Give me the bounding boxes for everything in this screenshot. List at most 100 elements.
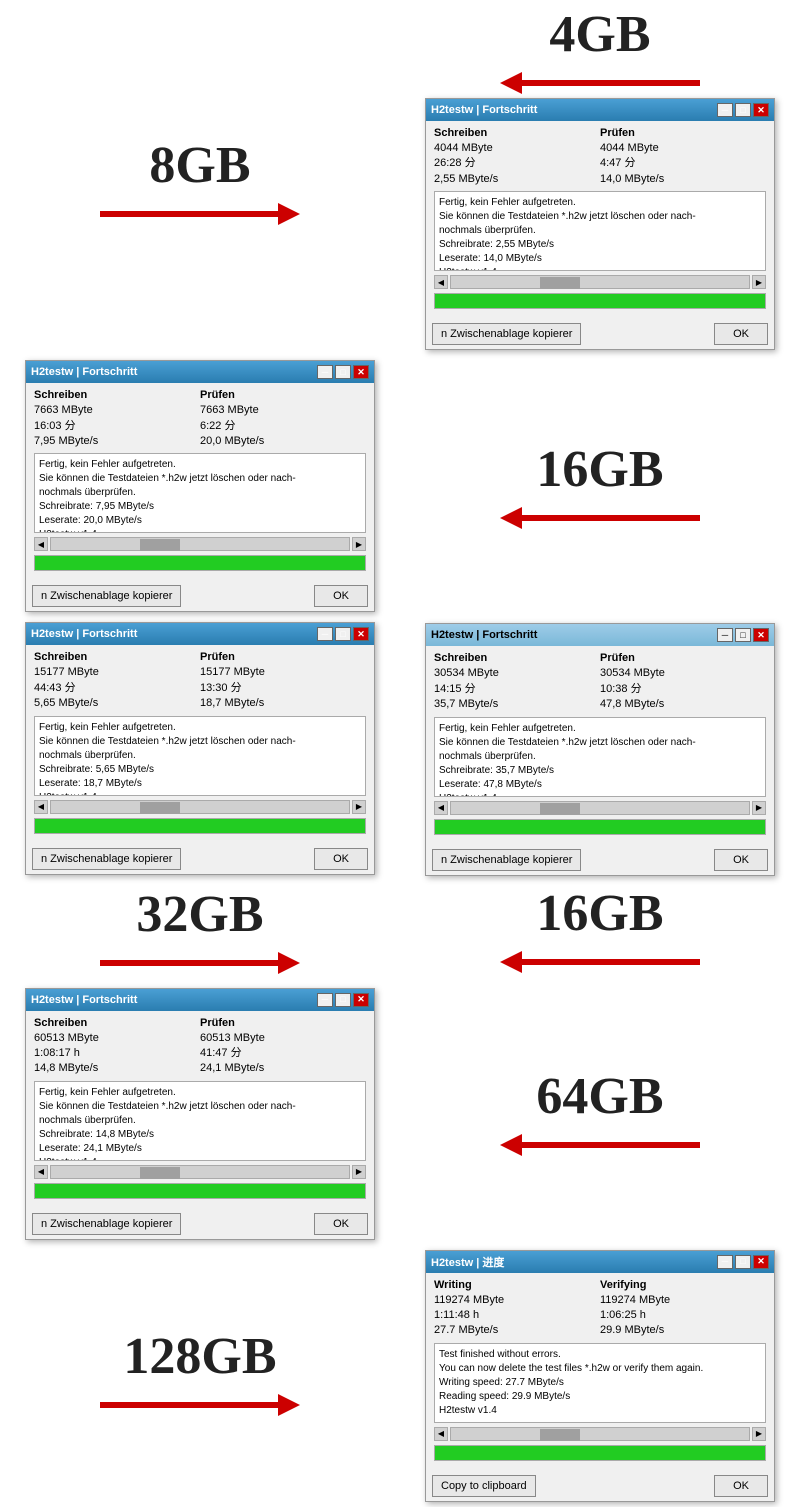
clipboard-btn-8gb[interactable]: n Zwischenablage kopierer	[32, 585, 181, 607]
stats-row-64gb: Schreiben 60513 MByte 1:08:17 h 14,8 MBy…	[34, 1017, 366, 1077]
verify-col-32gb: Prüfen 30534 MByte 10:38 分 47,8 MByte/s	[600, 652, 766, 712]
scroll-left-16gb[interactable]: ◀	[34, 800, 48, 814]
body-4gb: Schreiben 4044 MByte 26:28 分 2,55 MByte/…	[426, 121, 774, 319]
ok-btn-16gb[interactable]: OK	[314, 848, 368, 870]
close-btn-32gb[interactable]: ✕	[753, 628, 769, 642]
scroll-right-4gb[interactable]: ▶	[752, 275, 766, 289]
write-mb-16gb: 15177 MByte	[34, 665, 200, 680]
scroll-thumb-32gb	[540, 803, 580, 815]
ok-btn-64gb[interactable]: OK	[314, 1213, 368, 1235]
maximize-btn-4gb[interactable]: □	[735, 103, 751, 117]
scroll-left-4gb[interactable]: ◀	[434, 275, 448, 289]
scroll-right-128gb[interactable]: ▶	[752, 1427, 766, 1441]
arrow-right-128gb	[100, 1394, 300, 1416]
verify-header-128gb: Verifying	[600, 1279, 766, 1291]
verify-header-4gb: Prüfen	[600, 127, 766, 139]
maximize-btn-8gb[interactable]: □	[335, 365, 351, 379]
log-text-32gb: Fertig, kein Fehler aufgetreten. Sie kön…	[439, 723, 696, 797]
scroll-track-32gb[interactable]	[450, 801, 750, 815]
close-btn-8gb[interactable]: ✕	[353, 365, 369, 379]
scroll-right-64gb[interactable]: ▶	[352, 1165, 366, 1179]
verify-mb-8gb: 7663 MByte	[200, 403, 366, 418]
write-time-8gb: 16:03 分	[34, 419, 200, 434]
titlebar-8gb: H2testw | Fortschritt ─ □ ✕	[26, 361, 374, 383]
minimize-btn-64gb[interactable]: ─	[317, 993, 333, 1007]
verify-col-16gb: Prüfen 15177 MByte 13:30 分 18,7 MByte/s	[200, 651, 366, 711]
ok-btn-8gb[interactable]: OK	[314, 585, 368, 607]
scroll-left-64gb[interactable]: ◀	[34, 1165, 48, 1179]
scroll-left-32gb[interactable]: ◀	[434, 801, 448, 815]
stats-row-4gb: Schreiben 4044 MByte 26:28 分 2,55 MByte/…	[434, 127, 766, 187]
minimize-btn-128gb[interactable]: ─	[717, 1255, 733, 1269]
write-col-64gb: Schreiben 60513 MByte 1:08:17 h 14,8 MBy…	[34, 1017, 200, 1077]
minimize-btn-16gb[interactable]: ─	[317, 627, 333, 641]
verify-mb-64gb: 60513 MByte	[200, 1031, 366, 1046]
log-text-4gb: Fertig, kein Fehler aufgetreten. Sie kön…	[439, 197, 696, 271]
title-64gb: H2testw | Fortschritt	[31, 994, 137, 1006]
write-speed-128gb: 27.7 MByte/s	[434, 1323, 600, 1338]
maximize-btn-32gb[interactable]: □	[735, 628, 751, 642]
maximize-btn-64gb[interactable]: □	[335, 993, 351, 1007]
arrow-right-8gb	[100, 203, 300, 225]
scroll-track-8gb[interactable]	[50, 537, 350, 551]
verify-speed-4gb: 14,0 MByte/s	[600, 172, 766, 187]
close-btn-64gb[interactable]: ✕	[353, 993, 369, 1007]
footer-16gb: n Zwischenablage kopierer OK	[26, 844, 374, 874]
minimize-btn-32gb[interactable]: ─	[717, 628, 733, 642]
cell-16gb-label: 16GB	[400, 355, 800, 617]
scroll-track-16gb[interactable]	[50, 800, 350, 814]
scroll-left-128gb[interactable]: ◀	[434, 1427, 448, 1441]
arrow-32gb	[10, 952, 390, 974]
log-text-8gb: Fertig, kein Fehler aufgetreten. Sie kön…	[39, 459, 296, 533]
verify-time-16gb: 13:30 分	[200, 681, 366, 696]
scroll-right-32gb[interactable]: ▶	[752, 801, 766, 815]
close-btn-128gb[interactable]: ✕	[753, 1255, 769, 1269]
title-16gb: H2testw | Fortschritt	[31, 628, 137, 640]
scroll-thumb-4gb	[540, 277, 580, 289]
title-8gb: H2testw | Fortschritt	[31, 366, 137, 378]
scroll-track-4gb[interactable]	[450, 275, 750, 289]
clipboard-btn-128gb[interactable]: Copy to clipboard	[432, 1475, 536, 1497]
minimize-btn-8gb[interactable]: ─	[317, 365, 333, 379]
scroll-left-8gb[interactable]: ◀	[34, 537, 48, 551]
write-time-128gb: 1:11:48 h	[434, 1308, 600, 1323]
scroll-right-16gb[interactable]: ▶	[352, 800, 366, 814]
stats-row-8gb: Schreiben 7663 MByte 16:03 分 7,95 MByte/…	[34, 389, 366, 449]
close-btn-4gb[interactable]: ✕	[753, 103, 769, 117]
scrollbar-128gb: ◀ ▶	[434, 1427, 766, 1441]
scroll-thumb-16gb	[140, 802, 180, 814]
ok-btn-4gb[interactable]: OK	[714, 323, 768, 345]
write-mb-32gb: 30534 MByte	[434, 666, 600, 681]
scroll-right-8gb[interactable]: ▶	[352, 537, 366, 551]
progress-8gb	[34, 555, 366, 571]
scrollbar-8gb: ◀ ▶	[34, 537, 366, 551]
maximize-btn-16gb[interactable]: □	[335, 627, 351, 641]
write-col-4gb: Schreiben 4044 MByte 26:28 分 2,55 MByte/…	[434, 127, 600, 187]
scroll-track-64gb[interactable]	[50, 1165, 350, 1179]
verify-col-8gb: Prüfen 7663 MByte 6:22 分 20,0 MByte/s	[200, 389, 366, 449]
write-mb-64gb: 60513 MByte	[34, 1031, 200, 1046]
log-text-128gb: Test finished without errors. You can no…	[439, 1349, 703, 1416]
minimize-btn-4gb[interactable]: ─	[717, 103, 733, 117]
progress-64gb	[34, 1183, 366, 1199]
write-time-4gb: 26:28 分	[434, 156, 600, 171]
clipboard-btn-64gb[interactable]: n Zwischenablage kopierer	[32, 1213, 181, 1235]
close-btn-16gb[interactable]: ✕	[353, 627, 369, 641]
win-controls-32gb: ─ □ ✕	[717, 628, 769, 642]
verify-header-64gb: Prüfen	[200, 1017, 366, 1029]
clipboard-btn-32gb[interactable]: n Zwischenablage kopierer	[432, 849, 581, 871]
write-col-16gb: Schreiben 15177 MByte 44:43 分 5,65 MByte…	[34, 651, 200, 711]
ok-btn-128gb[interactable]: OK	[714, 1475, 768, 1497]
maximize-btn-128gb[interactable]: □	[735, 1255, 751, 1269]
clipboard-btn-16gb[interactable]: n Zwischenablage kopierer	[32, 848, 181, 870]
footer-64gb: n Zwischenablage kopierer OK	[26, 1209, 374, 1239]
cell-32gb-win: H2testw | Fortschritt ─ □ ✕ Schreiben 30…	[400, 617, 800, 982]
scroll-thumb-8gb	[140, 539, 180, 551]
cell-16gb-win: H2testw | Fortschritt ─ □ ✕ Schreiben 76…	[0, 355, 400, 617]
win-controls-128gb: ─ □ ✕	[717, 1255, 769, 1269]
clipboard-btn-4gb[interactable]: n Zwischenablage kopierer	[432, 323, 581, 345]
ok-btn-32gb[interactable]: OK	[714, 849, 768, 871]
body-64gb: Schreiben 60513 MByte 1:08:17 h 14,8 MBy…	[26, 1011, 374, 1209]
verify-time-8gb: 6:22 分	[200, 419, 366, 434]
scroll-track-128gb[interactable]	[450, 1427, 750, 1441]
